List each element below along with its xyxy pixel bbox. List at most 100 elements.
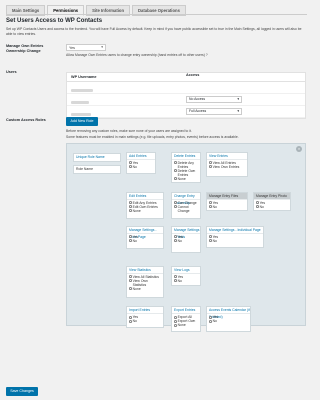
permission-box: View Entries View All Entries View Own Ent… xyxy=(206,151,248,178)
permission-option[interactable]: Delete Any Entries xyxy=(174,161,198,169)
permission-option[interactable]: None xyxy=(129,287,161,291)
permission-option-label: None xyxy=(177,176,186,181)
radio-button[interactable] xyxy=(209,161,212,164)
permission-option-label: Delete Own Entries xyxy=(177,168,196,177)
permission-option[interactable]: Cannot Change xyxy=(174,205,198,213)
add-new-role-button[interactable]: Add New Role xyxy=(66,117,98,126)
permission-option[interactable]: No xyxy=(256,205,288,209)
radio-button[interactable] xyxy=(174,169,177,172)
permission-option[interactable]: No xyxy=(174,279,198,283)
radio-button[interactable] xyxy=(209,239,212,242)
permission-box: Access Events Calendar (if Enabled) Yes No xyxy=(206,306,251,332)
permission-title: Change Entry Ownership xyxy=(172,193,200,205)
permission-title: Export Entries xyxy=(172,307,200,315)
permission-title: View Logs xyxy=(172,267,200,274)
manage-own-select[interactable]: Yes ▾ xyxy=(66,44,106,51)
permission-option-label: View Own Entries xyxy=(212,164,240,169)
radio-button[interactable] xyxy=(129,161,132,164)
radio-button[interactable] xyxy=(174,275,177,278)
role-name-field[interactable]: Role Name xyxy=(73,165,121,174)
radio-button[interactable] xyxy=(209,315,212,319)
permission-title: Manage Settings - Individual Page xyxy=(207,227,263,234)
permission-title: Manage Settings - Front Page xyxy=(127,227,163,239)
radio-button[interactable] xyxy=(174,177,177,180)
permission-title: Manage Entry Files xyxy=(207,192,247,200)
save-changes-button[interactable]: Save Changes xyxy=(6,387,38,396)
permission-option-label: View Own Statistics xyxy=(132,278,148,287)
radio-button[interactable] xyxy=(174,161,177,164)
custom-roles-label: Custom Access Roles xyxy=(6,118,46,122)
permission-option[interactable]: None xyxy=(129,209,161,213)
radio-button[interactable] xyxy=(129,209,132,212)
users-label: Users xyxy=(6,70,17,74)
permission-option[interactable]: No xyxy=(129,319,161,323)
radio-button[interactable] xyxy=(129,287,132,290)
radio-button[interactable] xyxy=(174,323,177,327)
access-select[interactable]: No Access ▾ xyxy=(186,96,243,103)
radio-button[interactable] xyxy=(256,205,259,208)
permission-option-label: No xyxy=(177,278,182,283)
permission-option-label: None xyxy=(132,286,141,291)
permission-title: Delete Entries xyxy=(172,153,200,160)
permission-box: View Statistics View All Statistics View O… xyxy=(126,265,164,298)
radio-button[interactable] xyxy=(129,235,132,238)
access-select-value: Full Access xyxy=(189,109,207,113)
radio-button[interactable] xyxy=(174,239,177,242)
radio-button[interactable] xyxy=(209,319,212,323)
permission-option[interactable]: No xyxy=(209,205,245,209)
radio-button[interactable] xyxy=(129,315,132,319)
radio-button[interactable] xyxy=(129,275,132,278)
permission-box: Add Entries Yes No xyxy=(126,151,156,174)
radio-button[interactable] xyxy=(209,205,212,208)
permission-box: Change Entry Ownership Can Change Cannot C… xyxy=(171,191,201,219)
access-select-value: No Access xyxy=(189,97,206,101)
role-name-value: Role Name xyxy=(76,167,93,171)
permission-option[interactable]: None xyxy=(174,323,198,327)
radio-button[interactable] xyxy=(209,201,212,204)
radio-button[interactable] xyxy=(129,201,132,204)
radio-button[interactable] xyxy=(256,201,259,204)
radio-button[interactable] xyxy=(174,279,177,282)
radio-button[interactable] xyxy=(174,201,177,204)
radio-button[interactable] xyxy=(129,165,132,168)
radio-button[interactable] xyxy=(174,315,177,319)
custom-roles-note-2: Some features must be enabled in main se… xyxy=(66,135,239,139)
permission-box: Edit Entries Edit Any Entries Edit Own Ent… xyxy=(126,191,164,219)
radio-button[interactable] xyxy=(174,319,177,323)
role-name-label: Unique Role Name xyxy=(76,155,105,159)
permission-option[interactable]: No xyxy=(209,239,261,243)
permission-option[interactable]: Delete Own Entries xyxy=(174,169,198,177)
permission-option[interactable]: No xyxy=(129,165,153,169)
permission-option-label: None xyxy=(177,323,186,328)
permission-option-label: No xyxy=(212,238,217,243)
permission-option-label: No xyxy=(132,164,137,169)
manage-own-label: Manage Own Entries Ownership Change xyxy=(6,44,44,53)
permission-option[interactable]: None xyxy=(174,177,198,181)
chevron-down-icon: ▾ xyxy=(101,45,103,49)
permission-option-label: Cannot Change xyxy=(177,204,190,213)
radio-button[interactable] xyxy=(174,205,177,208)
permission-box: Delete Entries Delete Any Entries Delete O… xyxy=(171,151,201,183)
permission-option[interactable]: View Own Entries xyxy=(209,165,245,169)
role-name-label-box: Unique Role Name xyxy=(73,153,121,162)
permission-box: Manage Settings - Fields Yes No xyxy=(171,225,201,253)
permission-option-label: No xyxy=(132,319,137,324)
permission-box: Export Entries Export All Export Own None xyxy=(171,306,201,332)
permission-option[interactable]: No xyxy=(209,319,248,323)
permission-option[interactable]: No xyxy=(174,239,198,243)
access-select[interactable]: Full Access ▾ xyxy=(186,108,243,115)
col-access: Access xyxy=(186,73,200,77)
radio-button[interactable] xyxy=(129,279,132,282)
radio-button[interactable] xyxy=(129,205,132,208)
radio-button[interactable] xyxy=(129,239,132,242)
radio-button[interactable] xyxy=(209,235,212,238)
radio-button[interactable] xyxy=(174,235,177,238)
close-icon[interactable]: × xyxy=(296,146,302,152)
permission-option[interactable]: View Own Statistics xyxy=(129,279,161,287)
radio-button[interactable] xyxy=(209,165,212,168)
permission-option-label: No xyxy=(259,204,264,209)
permission-title: Import Entries xyxy=(127,307,163,315)
users-table: WP Username Access No Access ▾ Full Acces… xyxy=(66,72,306,119)
permission-option-label: Delete Any Entries xyxy=(177,160,194,169)
radio-button[interactable] xyxy=(129,319,132,323)
